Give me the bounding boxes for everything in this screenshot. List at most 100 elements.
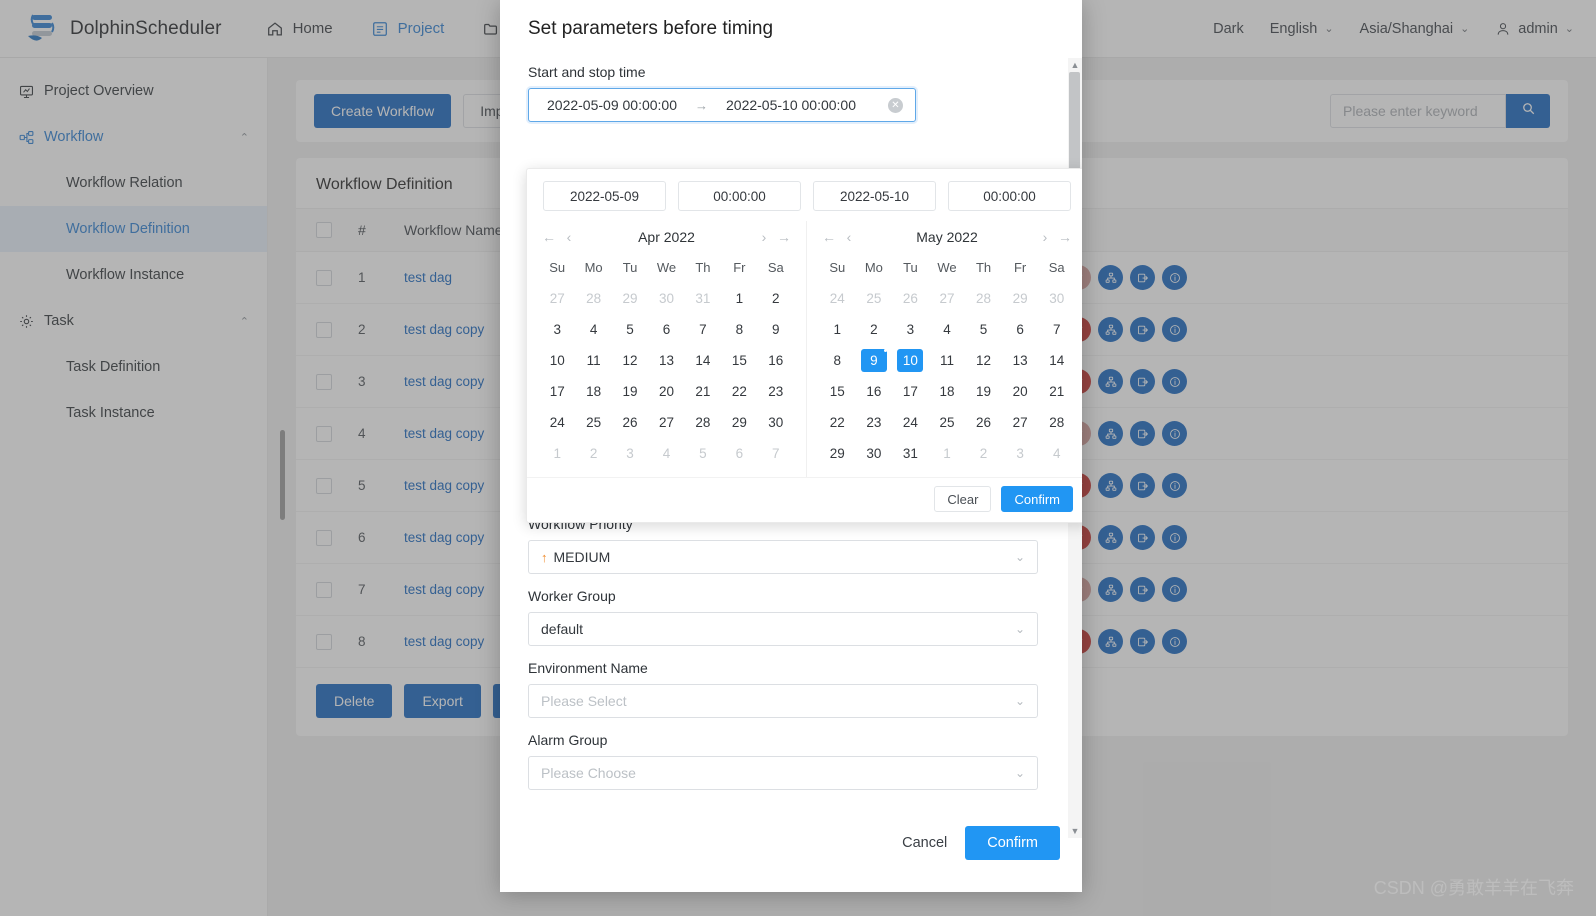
calendar-day[interactable]: 6 bbox=[648, 314, 684, 345]
calendar-day[interactable]: 2 bbox=[856, 314, 893, 345]
calendar-day[interactable]: 24 bbox=[892, 407, 929, 438]
calendar-day[interactable]: 3 bbox=[892, 314, 929, 345]
calendar-day[interactable]: 18 bbox=[929, 376, 966, 407]
calendar-day[interactable]: 19 bbox=[965, 376, 1002, 407]
calendar-day[interactable]: 21 bbox=[685, 376, 721, 407]
calendar-day[interactable]: 10 bbox=[539, 345, 575, 376]
chevron-right-icon[interactable]: › bbox=[1035, 229, 1055, 245]
chevron-right-icon[interactable]: › bbox=[754, 229, 774, 245]
picker-confirm-button[interactable]: Confirm bbox=[1001, 486, 1073, 512]
picker-start-date-input[interactable]: 2022-05-09 bbox=[543, 181, 666, 211]
cancel-button[interactable]: Cancel bbox=[902, 835, 947, 851]
chevron-left-icon[interactable]: ‹ bbox=[839, 229, 859, 245]
calendar-day[interactable]: 29 bbox=[721, 407, 757, 438]
calendar-day[interactable]: 7 bbox=[758, 438, 794, 469]
calendar-day[interactable]: 18 bbox=[575, 376, 611, 407]
confirm-button[interactable]: Confirm bbox=[965, 826, 1060, 860]
calendar-day[interactable]: 4 bbox=[929, 314, 966, 345]
calendar-day[interactable]: 13 bbox=[1002, 345, 1039, 376]
scroll-up-arrow-icon[interactable]: ▲ bbox=[1068, 58, 1082, 72]
datetime-range-input[interactable]: 2022-05-09 00:00:00 → 2022-05-10 00:00:0… bbox=[528, 88, 916, 122]
calendar-day[interactable]: 6 bbox=[721, 438, 757, 469]
calendar-day[interactable]: 28 bbox=[575, 283, 611, 314]
calendar-day[interactable]: 25 bbox=[856, 283, 893, 314]
calendar-day[interactable]: 8 bbox=[819, 345, 856, 376]
calendar-day[interactable]: 24 bbox=[819, 283, 856, 314]
alarm-group-select[interactable]: Please Choose ⌄ bbox=[528, 756, 1038, 790]
picker-clear-button[interactable]: Clear bbox=[934, 486, 992, 512]
calendar-day[interactable]: 25 bbox=[929, 407, 966, 438]
environment-name-select[interactable]: Please Select ⌄ bbox=[528, 684, 1038, 718]
calendar-day[interactable]: 9 bbox=[856, 345, 893, 376]
chevron-left-icon[interactable]: ‹ bbox=[559, 229, 579, 245]
calendar-day[interactable]: 27 bbox=[1002, 407, 1039, 438]
calendar-day[interactable]: 30 bbox=[1038, 283, 1075, 314]
clear-circle-icon[interactable]: ✕ bbox=[888, 97, 903, 113]
workflow-priority-select[interactable]: ↑ MEDIUM ⌄ bbox=[528, 540, 1038, 574]
arrow-left-year-icon[interactable]: ← bbox=[819, 229, 839, 245]
calendar-day[interactable]: 4 bbox=[1038, 438, 1075, 469]
calendar-day[interactable]: 1 bbox=[539, 438, 575, 469]
calendar-day[interactable]: 30 bbox=[856, 438, 893, 469]
calendar-day[interactable]: 27 bbox=[929, 283, 966, 314]
calendar-day[interactable]: 12 bbox=[965, 345, 1002, 376]
calendar-day[interactable]: 5 bbox=[612, 314, 648, 345]
calendar-day[interactable]: 28 bbox=[685, 407, 721, 438]
picker-start-time-input[interactable]: 00:00:00 bbox=[678, 181, 801, 211]
calendar-day[interactable]: 27 bbox=[648, 407, 684, 438]
calendar-day[interactable]: 29 bbox=[819, 438, 856, 469]
calendar-day[interactable]: 12 bbox=[612, 345, 648, 376]
calendar-day[interactable]: 1 bbox=[819, 314, 856, 345]
calendar-day[interactable]: 23 bbox=[856, 407, 893, 438]
calendar-day[interactable]: 26 bbox=[965, 407, 1002, 438]
calendar-day[interactable]: 2 bbox=[575, 438, 611, 469]
arrow-left-year-icon[interactable]: ← bbox=[539, 229, 559, 245]
calendar-day[interactable]: 14 bbox=[1038, 345, 1075, 376]
calendar-day[interactable]: 21 bbox=[1038, 376, 1075, 407]
worker-group-select[interactable]: default ⌄ bbox=[528, 612, 1038, 646]
calendar-day[interactable]: 27 bbox=[539, 283, 575, 314]
calendar-day[interactable]: 3 bbox=[612, 438, 648, 469]
calendar-day[interactable]: 29 bbox=[612, 283, 648, 314]
calendar-day[interactable]: 23 bbox=[758, 376, 794, 407]
arrow-right-year-icon[interactable]: → bbox=[774, 229, 794, 245]
calendar-day[interactable]: 17 bbox=[892, 376, 929, 407]
calendar-day[interactable]: 22 bbox=[819, 407, 856, 438]
calendar-day[interactable]: 1 bbox=[721, 283, 757, 314]
calendar-day[interactable]: 16 bbox=[758, 345, 794, 376]
calendar-day[interactable]: 13 bbox=[648, 345, 684, 376]
calendar-day[interactable]: 16 bbox=[856, 376, 893, 407]
calendar-day[interactable]: 30 bbox=[758, 407, 794, 438]
calendar-day[interactable]: 4 bbox=[575, 314, 611, 345]
calendar-day[interactable]: 31 bbox=[892, 438, 929, 469]
calendar-day[interactable]: 25 bbox=[575, 407, 611, 438]
calendar-day[interactable]: 10 bbox=[892, 345, 929, 376]
calendar-day[interactable]: 7 bbox=[1038, 314, 1075, 345]
calendar-day[interactable]: 2 bbox=[965, 438, 1002, 469]
picker-end-date-input[interactable]: 2022-05-10 bbox=[813, 181, 936, 211]
calendar-day[interactable]: 15 bbox=[721, 345, 757, 376]
calendar-day[interactable]: 28 bbox=[1038, 407, 1075, 438]
calendar-day[interactable]: 11 bbox=[575, 345, 611, 376]
calendar-day[interactable]: 5 bbox=[965, 314, 1002, 345]
calendar-day[interactable]: 15 bbox=[819, 376, 856, 407]
calendar-day[interactable]: 17 bbox=[539, 376, 575, 407]
calendar-day[interactable]: 9 bbox=[758, 314, 794, 345]
picker-end-time-input[interactable]: 00:00:00 bbox=[948, 181, 1071, 211]
calendar-day[interactable]: 6 bbox=[1002, 314, 1039, 345]
calendar-day[interactable]: 4 bbox=[648, 438, 684, 469]
calendar-day[interactable]: 20 bbox=[648, 376, 684, 407]
calendar-day[interactable]: 26 bbox=[892, 283, 929, 314]
calendar-day[interactable]: 7 bbox=[685, 314, 721, 345]
calendar-day[interactable]: 19 bbox=[612, 376, 648, 407]
calendar-day[interactable]: 2 bbox=[758, 283, 794, 314]
calendar-day[interactable]: 20 bbox=[1002, 376, 1039, 407]
calendar-day[interactable]: 31 bbox=[685, 283, 721, 314]
calendar-day[interactable]: 26 bbox=[612, 407, 648, 438]
calendar-day[interactable]: 5 bbox=[685, 438, 721, 469]
calendar-day[interactable]: 22 bbox=[721, 376, 757, 407]
calendar-day[interactable]: 3 bbox=[1002, 438, 1039, 469]
calendar-day[interactable]: 8 bbox=[721, 314, 757, 345]
calendar-day[interactable]: 11 bbox=[929, 345, 966, 376]
calendar-day[interactable]: 29 bbox=[1002, 283, 1039, 314]
